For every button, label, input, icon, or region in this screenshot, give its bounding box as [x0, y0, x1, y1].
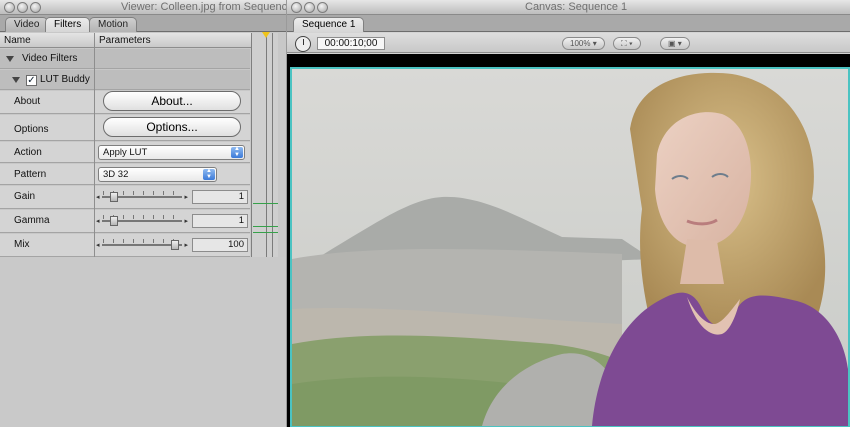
mix-row: Mix ◂ ▸ 100 — [0, 234, 250, 257]
slider-left-arrow-icon[interactable]: ◂ — [96, 217, 100, 225]
mix-slider[interactable]: ◂ ▸ — [96, 239, 188, 251]
gain-slider[interactable]: ◂ ▸ — [96, 191, 188, 203]
filter-row-lut-buddy[interactable]: ✓ LUT Buddy — [0, 70, 250, 90]
filter-enable-checkbox[interactable]: ✓ — [26, 75, 37, 86]
zoom-value: 100% — [570, 39, 591, 48]
viewer-tab-bar: Video Filters Motion — [0, 15, 286, 32]
tab-sequence-1[interactable]: Sequence 1 — [293, 17, 365, 32]
zoom-popup[interactable]: 100% ▾ — [562, 37, 605, 50]
viewer-titlebar[interactable]: Viewer: Colleen.jpg from Sequence — [0, 0, 286, 15]
pattern-row: Pattern 3D 32 ▲ ▼ — [0, 164, 250, 185]
timecode-clock-icon — [295, 36, 311, 52]
close-window-button[interactable] — [291, 2, 302, 13]
slider-right-arrow-icon[interactable]: ▸ — [184, 217, 188, 225]
canvas-window: Canvas: Sequence 1 Sequence 1 00:00:10;0… — [287, 0, 850, 427]
action-popup[interactable]: Apply LUT ▲ ▼ — [98, 145, 245, 160]
view-mode-popup[interactable]: ⛶ ▾ — [613, 37, 641, 50]
keyframe-line-gamma — [253, 226, 278, 227]
column-divider — [94, 33, 95, 257]
mix-label: Mix — [14, 239, 30, 250]
view-mode-icon: ⛶ — [621, 39, 627, 48]
options-row: Options Options... — [0, 115, 250, 141]
canvas-toolbar: 00:00:10;00 100% ▾ ⛶ ▾ ▣ ▾ — [287, 33, 850, 53]
mix-slider-thumb[interactable] — [171, 240, 179, 250]
about-label: About — [14, 96, 41, 107]
name-column-header[interactable]: Name — [4, 35, 31, 46]
action-popup-value: Apply LUT — [103, 147, 148, 158]
gain-slider-thumb[interactable] — [109, 192, 118, 202]
viewer-window: Viewer: Colleen.jpg from Sequence Video … — [0, 0, 286, 427]
canvas-frame[interactable] — [290, 67, 850, 427]
playhead-marker-icon[interactable] — [262, 32, 270, 38]
disclosure-triangle-icon[interactable] — [6, 56, 14, 62]
options-button[interactable]: Options... — [103, 117, 241, 137]
gain-row: Gain ◂ ▸ 1 — [0, 186, 250, 209]
video-frame-image — [292, 69, 848, 426]
video-filters-row[interactable]: Video Filters — [0, 49, 250, 69]
canvas-stage — [287, 54, 850, 427]
minimize-window-button[interactable] — [17, 2, 28, 13]
tab-filters[interactable]: Filters — [45, 17, 91, 32]
timecode-field[interactable]: 00:00:10;00 — [317, 37, 385, 50]
close-window-button[interactable] — [4, 2, 15, 13]
pattern-popup-value: 3D 32 — [103, 169, 129, 180]
disclosure-triangle-icon[interactable] — [12, 77, 20, 83]
slider-left-arrow-icon[interactable]: ◂ — [96, 193, 100, 201]
gamma-row: Gamma ◂ ▸ 1 — [0, 210, 250, 233]
options-label: Options — [14, 124, 49, 135]
window-controls — [4, 2, 41, 13]
about-row: About About... — [0, 91, 250, 114]
window-controls — [291, 2, 328, 13]
action-label: Action — [14, 147, 42, 158]
canvas-tab-bar: Sequence 1 — [287, 15, 850, 32]
gamma-slider[interactable]: ◂ ▸ — [96, 215, 188, 227]
gamma-label: Gamma — [14, 215, 50, 226]
zoom-window-button[interactable] — [317, 2, 328, 13]
tab-motion[interactable]: Motion — [89, 17, 138, 32]
keyframe-line-mix — [253, 232, 278, 233]
tab-video[interactable]: Video — [5, 17, 49, 32]
parameter-header: Name Parameters — [0, 33, 278, 48]
filter-name-label: LUT Buddy — [40, 74, 90, 85]
canvas-titlebar[interactable]: Canvas: Sequence 1 — [287, 0, 850, 15]
slider-right-arrow-icon[interactable]: ▸ — [184, 241, 188, 249]
minimize-window-button[interactable] — [304, 2, 315, 13]
keyframe-graph-area[interactable] — [251, 33, 278, 257]
viewer-empty-area — [0, 257, 286, 427]
gamma-slider-thumb[interactable] — [109, 216, 118, 226]
popup-arrows-icon: ▲ ▼ — [231, 146, 243, 158]
keyframe-line-gain — [253, 203, 278, 204]
gain-label: Gain — [14, 191, 36, 202]
overlay-icon: ▣ — [668, 39, 676, 48]
popup-arrows-icon: ▲ ▼ — [203, 168, 215, 180]
action-row: Action Apply LUT ▲ ▼ — [0, 142, 250, 163]
slider-right-arrow-icon[interactable]: ▸ — [184, 193, 188, 201]
pattern-label: Pattern — [14, 169, 47, 180]
viewer-title: Viewer: Colleen.jpg from Sequence — [121, 1, 286, 13]
about-button[interactable]: About... — [103, 91, 241, 111]
mix-value-field[interactable]: 100 — [192, 238, 248, 252]
overlay-popup[interactable]: ▣ ▾ — [660, 37, 690, 50]
gain-value-field[interactable]: 1 — [192, 190, 248, 204]
slider-left-arrow-icon[interactable]: ◂ — [96, 241, 100, 249]
zoom-window-button[interactable] — [30, 2, 41, 13]
video-filters-label: Video Filters — [22, 53, 78, 64]
pattern-popup[interactable]: 3D 32 ▲ ▼ — [98, 167, 217, 182]
canvas-title: Canvas: Sequence 1 — [525, 1, 628, 13]
parameters-column-header[interactable]: Parameters — [99, 35, 151, 46]
gamma-value-field[interactable]: 1 — [192, 214, 248, 228]
